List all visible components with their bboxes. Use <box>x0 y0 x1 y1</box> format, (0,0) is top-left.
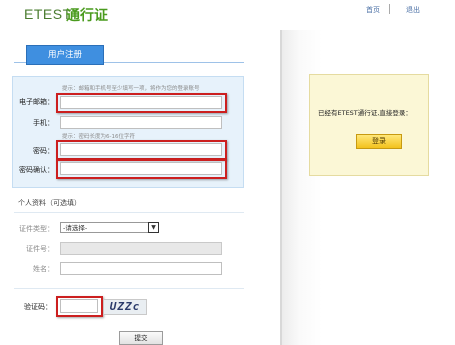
column-divider <box>280 30 282 345</box>
section-divider <box>14 212 244 213</box>
password-hint: 提示：密码长度为6-16位字符 <box>62 134 135 140</box>
tab-register[interactable]: 用户注册 <box>26 45 104 65</box>
header-divider <box>389 4 390 14</box>
home-link[interactable]: 首页 <box>366 5 380 15</box>
logo-subtitle: 通行证 <box>66 8 108 24</box>
password-label: 密码： <box>33 147 54 155</box>
email-label: 电子邮箱： <box>19 98 54 106</box>
login-panel <box>309 74 429 176</box>
id-type-select[interactable]: -请选择- ▼ <box>60 222 159 233</box>
login-button[interactable]: 登录 <box>356 134 402 149</box>
chevron-down-icon[interactable]: ▼ <box>148 222 159 233</box>
id-type-value: -请选择- <box>63 224 88 232</box>
captcha-label: 验证码： <box>24 303 52 311</box>
id-type-label: 证件类型： <box>19 225 54 233</box>
email-hint: 提示：邮箱和手机号至少填写一项，将作为您的登录账号 <box>62 86 200 92</box>
confirm-password-highlight <box>56 159 227 179</box>
password-highlight <box>56 140 227 160</box>
id-number-label: 证件号： <box>26 245 54 253</box>
name-input[interactable] <box>60 262 222 275</box>
logo-text: ETEST <box>24 6 72 22</box>
submit-button[interactable]: 提交 <box>119 331 163 345</box>
captcha-image[interactable]: UZZc <box>103 299 147 315</box>
id-number-input[interactable] <box>60 242 222 255</box>
name-label: 姓名： <box>33 265 54 273</box>
email-highlight <box>56 93 227 113</box>
phone-label: 手机： <box>33 119 54 127</box>
logout-link[interactable]: 退出 <box>406 5 420 15</box>
personal-info-title: 个人资料（可选填） <box>18 199 81 207</box>
phone-input[interactable] <box>60 116 222 129</box>
login-prompt: 已经有ETEST通行证,直接登录： <box>318 109 412 117</box>
confirm-password-label: 密码确认： <box>19 166 54 174</box>
footer-divider <box>14 288 244 289</box>
captcha-highlight <box>56 296 103 317</box>
